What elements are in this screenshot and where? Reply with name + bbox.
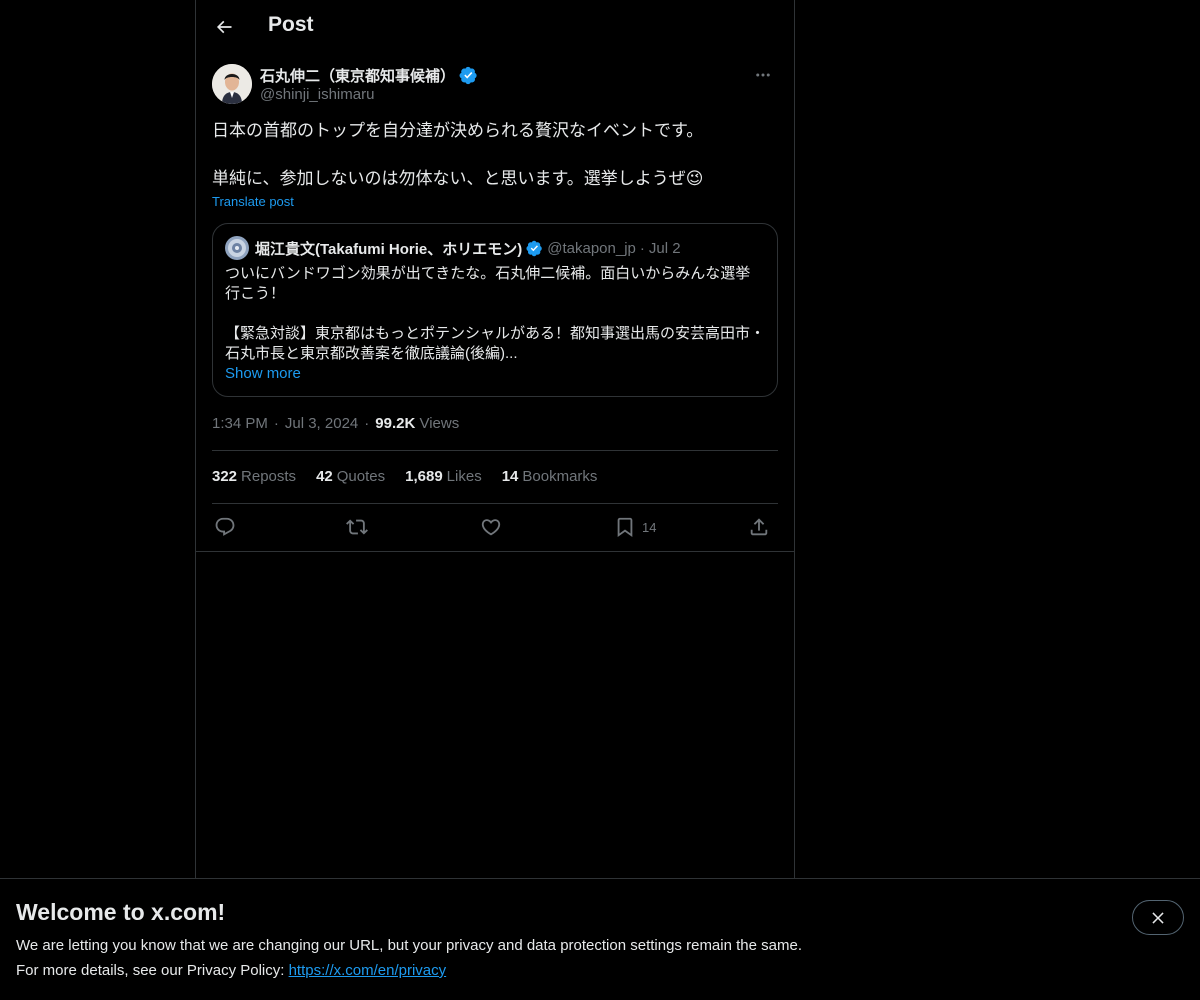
quoted-author-name: 堀江貴文(Takafumi Horie、ホリエモン)	[255, 240, 523, 258]
heart-icon	[481, 519, 501, 536]
reposts-label: Reposts	[241, 468, 297, 485]
likes-label: Likes	[446, 468, 482, 485]
post-text-line: 単純に、参加しないのは勿体ない、と思います。選挙しようぜ😉	[212, 167, 778, 191]
winking-face-emoji: 😉	[685, 169, 704, 188]
reposts-stat[interactable]: 322 Reposts	[212, 468, 296, 485]
quoted-text-line: 石丸市長と東京都改善案を徹底議論(後編)...	[225, 345, 518, 362]
bookmarks-count: 14	[501, 468, 519, 485]
url-change-banner: Welcome to x.com! We are letting you kno…	[0, 878, 1200, 1000]
bookmark-icon	[617, 517, 633, 538]
bookmarks-label: Bookmarks	[522, 468, 598, 485]
reply-button[interactable]	[214, 514, 236, 540]
banner-title: Welcome to x.com!	[16, 899, 226, 925]
close-icon	[1152, 911, 1164, 924]
repost-icon	[346, 519, 368, 535]
translate-post-link[interactable]: Translate post	[212, 194, 294, 209]
quoted-text-line: 【緊急対談】東京都はもっとポテンシャルがある！都知事選出馬の安芸高田市・	[225, 325, 766, 342]
post-text-line: 日本の首都のトップを自分達が決められる贅沢なイベントです。	[212, 121, 704, 140]
post-time[interactable]: 1:34 PM	[212, 415, 268, 432]
post-date[interactable]: Jul 3, 2024	[285, 415, 358, 432]
like-button[interactable]	[480, 514, 502, 540]
page-header: Post	[196, 0, 794, 54]
post-stats: 322 Reposts 42 Quotes 1,689 Likes 14 Bookmar…	[212, 468, 597, 485]
page-title: Post	[268, 13, 314, 36]
more-options-button[interactable]	[748, 64, 778, 86]
bookmarks-stat[interactable]: 14 Bookmarks	[502, 468, 598, 485]
post-actions: 14	[212, 514, 778, 540]
divider	[212, 450, 778, 451]
primary-column: Post 石丸伸二（東京都知事候補） @shinji_ishimaru 日本の首…	[195, 0, 795, 1000]
share-icon	[750, 518, 768, 536]
banner-text: For more details, see our Privacy Policy…	[16, 962, 446, 979]
verified-badge-icon	[526, 240, 543, 256]
avatar-image	[212, 64, 252, 104]
quoted-post[interactable]: 堀江貴文(Takafumi Horie、ホリエモン) @takapon_jp ·…	[212, 223, 778, 397]
avatar[interactable]	[212, 64, 252, 104]
reply-icon	[215, 517, 235, 536]
quoted-avatar	[225, 236, 249, 260]
verified-badge-icon	[459, 66, 477, 85]
close-banner-button[interactable]	[1132, 900, 1184, 935]
repost-button[interactable]	[346, 514, 368, 540]
divider	[196, 551, 794, 552]
post-text-content: 単純に、参加しないのは勿体ない、と思います。選挙しようぜ	[212, 169, 686, 188]
quoted-post-text: ついにバンドワゴン効果が出てきたな。石丸伸二候補。面白いからみんな選挙 行こう！…	[225, 264, 770, 364]
quoted-text-line: ついにバンドワゴン効果が出てきたな。石丸伸二候補。面白いからみんな選挙	[225, 265, 751, 282]
author-name-row: 石丸伸二（東京都知事候補）	[260, 65, 478, 86]
quoted-avatar-image	[225, 236, 249, 260]
banner-text: We are letting you know that we are chan…	[16, 937, 802, 954]
separator-dot: ·	[639, 239, 645, 257]
post-meta: 1:34 PM · Jul 3, 2024 · 99.2K Views	[212, 415, 459, 432]
views-count: 99.2K	[375, 415, 416, 432]
quoted-post-date: Jul 2	[648, 239, 681, 257]
bookmark-button[interactable]: 14	[614, 514, 656, 540]
views-label: Views	[419, 415, 460, 432]
quoted-text-line: 行こう！	[225, 285, 286, 302]
quotes-stat[interactable]: 42 Quotes	[316, 468, 385, 485]
show-more-link[interactable]: Show more	[225, 365, 301, 382]
likes-stat[interactable]: 1,689 Likes	[405, 468, 482, 485]
quotes-count: 42	[316, 468, 333, 485]
reposts-count: 322	[212, 468, 238, 485]
author-name[interactable]: 石丸伸二（東京都知事候補）	[260, 65, 455, 86]
quoted-author-handle: @takapon_jp	[547, 239, 636, 257]
separator-dot: ·	[273, 415, 279, 432]
bookmark-count: 14	[642, 519, 657, 535]
likes-count: 1,689	[405, 468, 443, 485]
privacy-policy-link[interactable]: https://x.com/en/privacy	[289, 962, 447, 979]
post-text: 日本の首都のトップを自分達が決められる贅沢なイベントです。 単純に、参加しないの…	[212, 119, 778, 191]
quotes-label: Quotes	[336, 468, 386, 485]
divider	[212, 503, 778, 504]
arrow-left-icon	[216, 20, 232, 34]
post-author: 石丸伸二（東京都知事候補） @shinji_ishimaru	[212, 64, 778, 106]
author-handle[interactable]: @shinji_ishimaru	[260, 86, 374, 103]
share-button[interactable]	[748, 514, 770, 540]
separator-dot: ·	[364, 415, 370, 432]
banner-text-prefix: For more details, see our Privacy Policy…	[16, 962, 289, 979]
quoted-post-header: 堀江貴文(Takafumi Horie、ホリエモン) @takapon_jp ·…	[225, 236, 681, 260]
back-button[interactable]	[208, 11, 240, 43]
more-horizontal-icon	[756, 73, 770, 77]
